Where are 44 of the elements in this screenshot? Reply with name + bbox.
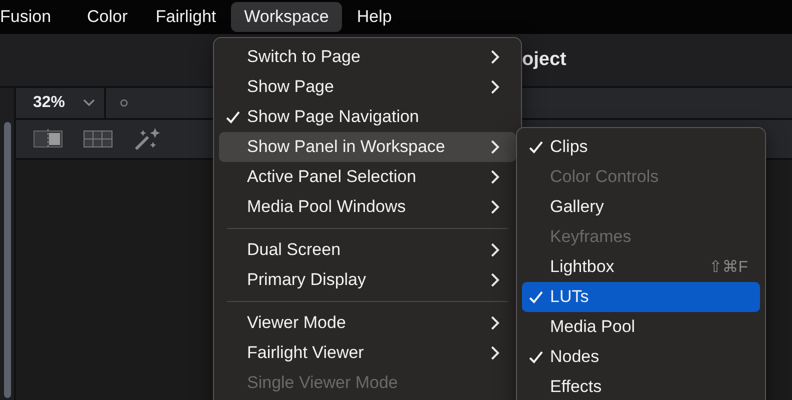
menu-item[interactable]: Fairlight Viewer — [219, 338, 516, 368]
menu-item[interactable]: Media Pool Windows — [219, 192, 516, 222]
chevron-right-icon — [491, 273, 500, 287]
chevron-right-icon — [491, 170, 500, 184]
menu-item[interactable]: Switch to Page — [219, 42, 516, 72]
menu-item[interactable]: Dual Screen — [219, 235, 516, 265]
menu-item[interactable]: Effects — [522, 372, 760, 400]
checkmark-icon — [529, 350, 543, 364]
magic-wand-icon[interactable] — [133, 126, 161, 152]
menu-item[interactable]: LUTs — [522, 282, 760, 312]
menu-bar-item[interactable]: Help — [344, 2, 405, 32]
menu-item[interactable]: Lightbox ⇧⌘F — [522, 252, 760, 282]
menu-item[interactable]: Primary Display — [219, 265, 516, 295]
menu-item[interactable]: Show Page — [219, 72, 516, 102]
menu-bar-item[interactable]: Fusion — [0, 2, 64, 32]
shortcut-label: ⇧⌘F — [708, 258, 749, 277]
grid-view-icon[interactable] — [83, 129, 113, 149]
chevron-right-icon — [491, 80, 500, 94]
checkmark-icon — [529, 140, 543, 154]
chevron-right-icon — [491, 140, 500, 154]
menu-item[interactable]: Clips — [522, 132, 760, 162]
menu-bar-item[interactable]: Workspace — [231, 2, 342, 32]
chevron-right-icon — [491, 346, 500, 360]
menu-bar-item[interactable]: Color — [74, 2, 141, 32]
menu-item[interactable]: Viewer Mode — [219, 308, 516, 338]
menu-item[interactable]: Active Panel Selection — [219, 162, 516, 192]
chevron-right-icon — [491, 243, 500, 257]
scrollbar-thumb[interactable] — [4, 122, 10, 398]
menu-item[interactable]: Show Panel in Workspace — [219, 132, 516, 162]
project-title: oject — [522, 49, 566, 71]
menu-item[interactable]: Show Page Navigation — [219, 102, 516, 132]
menu-item[interactable]: Gallery — [522, 192, 760, 222]
dot-icon — [120, 99, 128, 107]
checkmark-icon — [529, 290, 543, 304]
menu-bar-item[interactable]: Fairlight — [142, 2, 230, 32]
chevron-down-icon — [83, 99, 96, 107]
chevron-right-icon — [491, 316, 500, 330]
menu-item[interactable]: Nodes — [522, 342, 760, 372]
checkmark-icon — [226, 110, 240, 124]
chevron-right-icon — [491, 200, 500, 214]
split-view-icon[interactable] — [33, 129, 63, 149]
chevron-right-icon — [491, 50, 500, 64]
zoom-dropdown[interactable]: 32% — [16, 88, 106, 118]
menu-item[interactable]: Media Pool — [522, 312, 760, 342]
